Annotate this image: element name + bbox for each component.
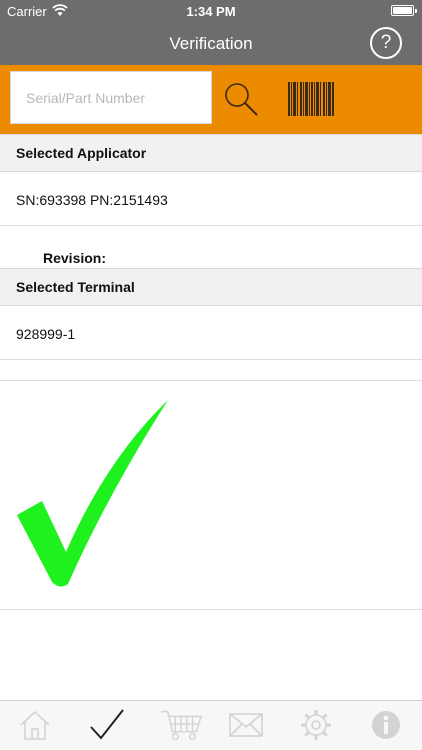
- help-button[interactable]: ?: [370, 27, 402, 59]
- barcode-scan-icon[interactable]: [288, 82, 334, 116]
- battery-icon: [391, 5, 417, 16]
- terminal-value: 928999-1: [16, 326, 76, 342]
- checkmark-icon: [90, 709, 124, 740]
- selected-applicator-header: Selected Applicator: [0, 134, 422, 172]
- tab-settings[interactable]: [294, 703, 338, 747]
- serial-part-number-input[interactable]: [10, 71, 212, 124]
- clock-time: 1:34 PM: [186, 4, 236, 19]
- tab-info[interactable]: [364, 703, 408, 747]
- tab-cart[interactable]: [160, 703, 204, 747]
- tab-mail[interactable]: [224, 703, 268, 747]
- nav-bar: Verification: [0, 22, 422, 65]
- divider: [0, 359, 422, 360]
- selected-terminal-header: Selected Terminal: [0, 268, 422, 306]
- divider: [0, 225, 422, 226]
- applicator-serial-part: SN:693398 PN:2151493: [16, 192, 168, 208]
- search-icon[interactable]: [222, 80, 260, 118]
- status-bar: Carrier 1:34 PM: [0, 0, 422, 22]
- divider: [0, 609, 422, 610]
- cart-icon: [160, 710, 203, 741]
- gear-icon: [301, 710, 331, 740]
- check-mark-icon: [17, 400, 168, 587]
- info-icon: [372, 711, 400, 739]
- page-title: Verification: [169, 34, 253, 53]
- home-icon: [20, 710, 50, 740]
- mail-icon: [229, 713, 263, 737]
- revision-label: Revision:: [43, 250, 107, 266]
- tab-home[interactable]: [13, 703, 57, 747]
- search-bar: [0, 65, 422, 134]
- tab-verification[interactable]: [85, 703, 129, 747]
- divider: [0, 380, 422, 381]
- tab-bar: [0, 700, 422, 750]
